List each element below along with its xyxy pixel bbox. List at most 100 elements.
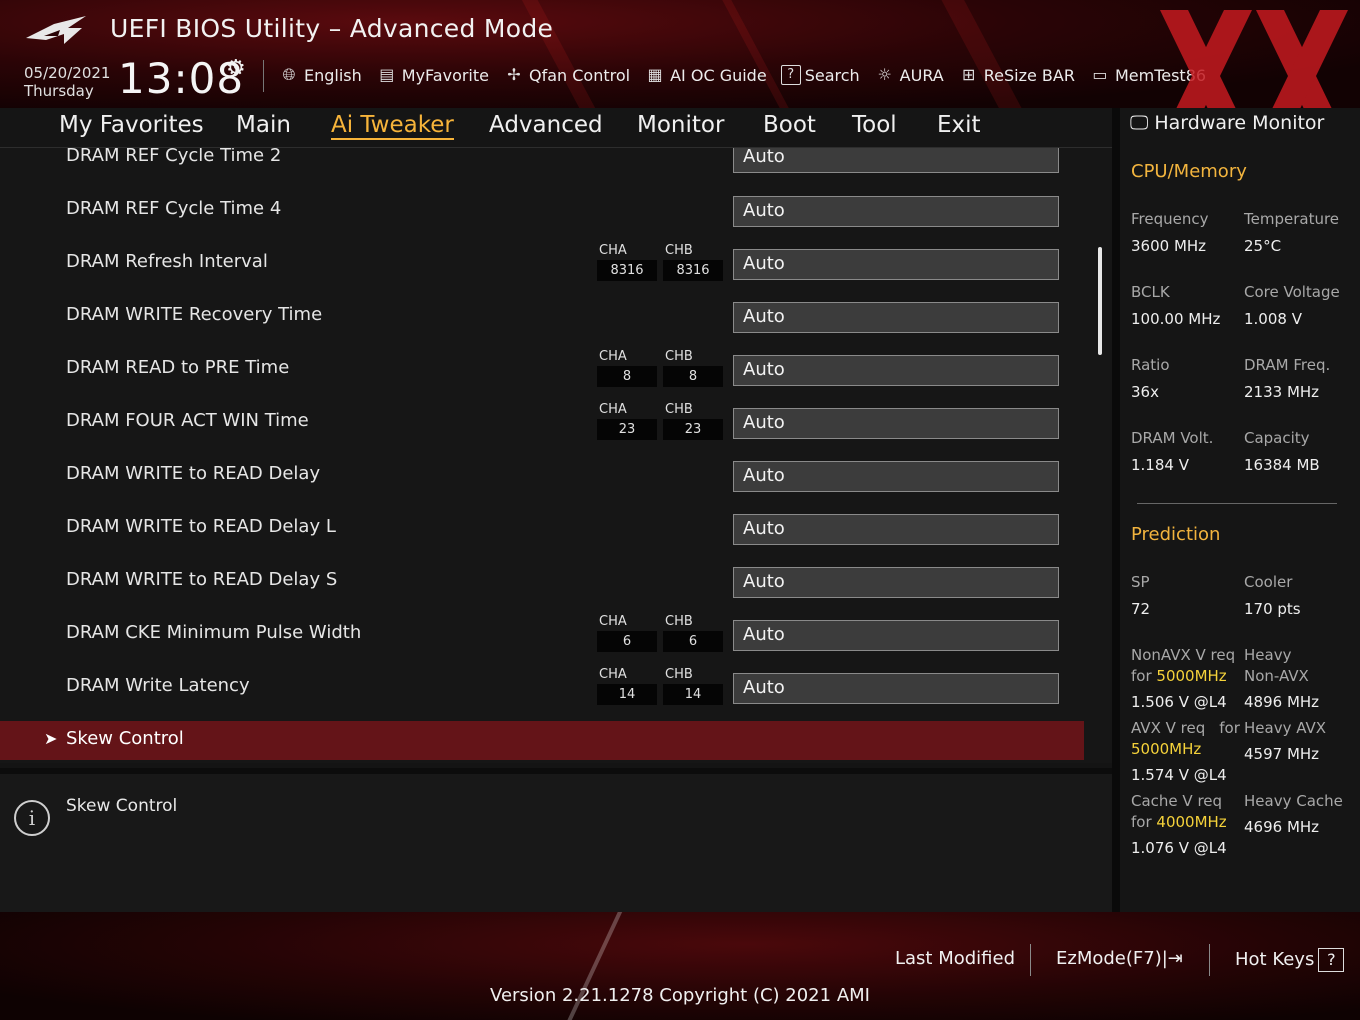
setting-row: DRAM WRITE Recovery Time Auto	[0, 291, 1090, 344]
setting-value-field[interactable]: Auto	[733, 514, 1059, 545]
setting-row: DRAM REF Cycle Time 4 Auto	[0, 185, 1090, 238]
channel-b-value: 14	[663, 684, 723, 705]
setting-value-field[interactable]: Auto	[733, 408, 1059, 439]
tool-label: MyFavorite	[401, 65, 489, 85]
setting-value-field[interactable]: Auto	[733, 673, 1059, 704]
tool-label: English	[304, 65, 362, 85]
gear-icon[interactable]: ⚙	[226, 56, 246, 81]
hw-core-voltage: Core Voltage 1.008 V	[1244, 282, 1340, 330]
channel-a-label: CHA	[599, 349, 627, 364]
hw-label: for	[1131, 667, 1152, 685]
qfan-control-button[interactable]: ✢ Qfan Control	[503, 62, 630, 88]
hw-label: Temperature	[1244, 210, 1340, 228]
hw-label: BCLK	[1131, 283, 1170, 301]
help-text: Skew Control	[66, 796, 178, 816]
setting-row: DRAM CKE Minimum Pulse Width CHA 6 CHB 6…	[0, 609, 1090, 662]
hw-cooler: Cooler 170 pts	[1244, 572, 1301, 620]
tool-label: ReSize BAR	[983, 65, 1075, 85]
tab-advanced[interactable]: Advanced	[489, 112, 603, 138]
hw-label: DRAM Volt.	[1131, 429, 1214, 447]
search-button[interactable]: ? Search	[780, 62, 860, 88]
hw-monitor-title-text: Hardware Monitor	[1154, 112, 1325, 134]
hw-ratio: Ratio 36x	[1131, 355, 1170, 403]
tab-main[interactable]: Main	[236, 112, 291, 138]
setting-value-field[interactable]: Auto	[733, 148, 1059, 173]
tab-tool[interactable]: Tool	[852, 112, 897, 138]
setting-value-field[interactable]: Auto	[733, 461, 1059, 492]
ai-oc-guide-button[interactable]: ▦ AI OC Guide	[644, 62, 767, 88]
hw-label: Cooler	[1244, 573, 1293, 591]
chevron-right-icon: ➤	[44, 729, 58, 748]
scrollbar-thumb[interactable]	[1098, 247, 1102, 355]
setting-value-field[interactable]: Auto	[733, 196, 1059, 227]
setting-label: DRAM REF Cycle Time 4	[66, 198, 282, 219]
hw-label: SP	[1131, 573, 1150, 591]
hw-cache-req: Cache V req for 4000MHz 1.076 V @L4	[1131, 791, 1227, 859]
toolbar: 🌐︎ English ▤ MyFavorite ✢ Qfan Control ▦…	[278, 62, 1220, 88]
resize-bar-icon: ⊞	[962, 65, 976, 84]
submenu-skew-control[interactable]: ➤ Skew Control	[0, 721, 1084, 760]
setting-value-field[interactable]: Auto	[733, 567, 1059, 598]
section-heading-prediction: Prediction	[1131, 524, 1221, 545]
divider	[1030, 944, 1031, 976]
hw-label: for	[1131, 813, 1152, 831]
section-heading-cpu-memory: CPU/Memory	[1131, 161, 1247, 182]
decor-streak	[929, 0, 1051, 108]
hardware-monitor-panel: 🖵︎ Hardware Monitor CPU/Memory Frequency…	[1112, 108, 1360, 912]
channel-a-label: CHA	[599, 667, 627, 682]
setting-row: DRAM READ to PRE Time CHA 8 CHB 8 Auto	[0, 344, 1090, 397]
tab-exit[interactable]: Exit	[937, 112, 981, 138]
channel-b-label: CHB	[665, 243, 693, 258]
chip-icon: ▦	[647, 65, 663, 84]
hw-heavy-nonavx: Heavy Non-AVX 4896 MHz	[1244, 645, 1319, 713]
tab-monitor[interactable]: Monitor	[637, 112, 724, 138]
tab-ai-tweaker[interactable]: Ai Tweaker	[331, 112, 454, 140]
monitor-icon: 🖵︎	[1130, 112, 1149, 134]
setting-value-field[interactable]: Auto	[733, 249, 1059, 280]
hot-keys-label: Hot Keys	[1235, 949, 1315, 970]
setting-label: DRAM CKE Minimum Pulse Width	[66, 622, 362, 643]
channel-a-readout: CHA 8316	[597, 242, 657, 281]
setting-label: DRAM REF Cycle Time 2	[66, 148, 282, 166]
channel-b-readout: CHB 8316	[663, 242, 723, 281]
date-text: 05/20/2021	[24, 64, 111, 82]
ezmode-button[interactable]: EzMode(F7)|⇥	[1056, 948, 1183, 969]
setting-row: DRAM Refresh Interval CHA 8316 CHB 8316 …	[0, 238, 1090, 291]
aura-button[interactable]: ☼ AURA	[874, 62, 943, 88]
hw-value: 2133 MHz	[1244, 383, 1320, 401]
hw-value: 72	[1131, 600, 1151, 618]
setting-row: DRAM REF Cycle Time 2 Auto	[0, 148, 1090, 185]
channel-a-label: CHA	[599, 243, 627, 258]
last-modified-button[interactable]: Last Modified	[895, 948, 1015, 969]
tab-my-favorites[interactable]: My Favorites	[59, 112, 204, 138]
exit-arrow-icon: ⇥	[1167, 948, 1183, 969]
header-bar: UEFI BIOS Utility – Advanced Mode 05/20/…	[0, 0, 1360, 108]
setting-value-field[interactable]: Auto	[733, 620, 1059, 651]
favorite-icon: ▤	[379, 65, 395, 84]
hw-label: NonAVX V req	[1131, 646, 1236, 664]
channel-b-label: CHB	[665, 349, 693, 364]
channel-b-value: 8	[663, 366, 723, 387]
myfavorite-button[interactable]: ▤ MyFavorite	[376, 62, 489, 88]
setting-row: DRAM Write Latency CHA 14 CHB 14 Auto	[0, 662, 1090, 715]
hw-label: Core Voltage	[1244, 283, 1340, 301]
hw-label: Heavy AVX	[1244, 719, 1327, 737]
setting-value-field[interactable]: Auto	[733, 355, 1059, 386]
ezmode-label: EzMode(F7)|	[1056, 948, 1168, 969]
resize-bar-button[interactable]: ⊞ ReSize BAR	[958, 62, 1075, 88]
divider	[1209, 944, 1210, 976]
hw-capacity: Capacity 16384 MB	[1244, 428, 1320, 476]
setting-value-field[interactable]: Auto	[733, 302, 1059, 333]
setting-label: DRAM WRITE Recovery Time	[66, 304, 323, 325]
channel-b-value: 8316	[663, 260, 723, 281]
setting-label: DRAM WRITE to READ Delay	[66, 463, 321, 484]
setting-label: DRAM Write Latency	[66, 675, 250, 696]
tab-boot[interactable]: Boot	[763, 112, 816, 138]
setting-row: DRAM WRITE to READ Delay Auto	[0, 450, 1090, 503]
hot-keys-button[interactable]: Hot Keys?	[1235, 948, 1345, 972]
channel-a-readout: CHA 14	[597, 666, 657, 705]
channel-a-label: CHA	[599, 402, 627, 417]
channel-b-readout: CHB 14	[663, 666, 723, 705]
tool-label: Qfan Control	[529, 65, 631, 85]
language-button[interactable]: 🌐︎ English	[278, 62, 362, 88]
